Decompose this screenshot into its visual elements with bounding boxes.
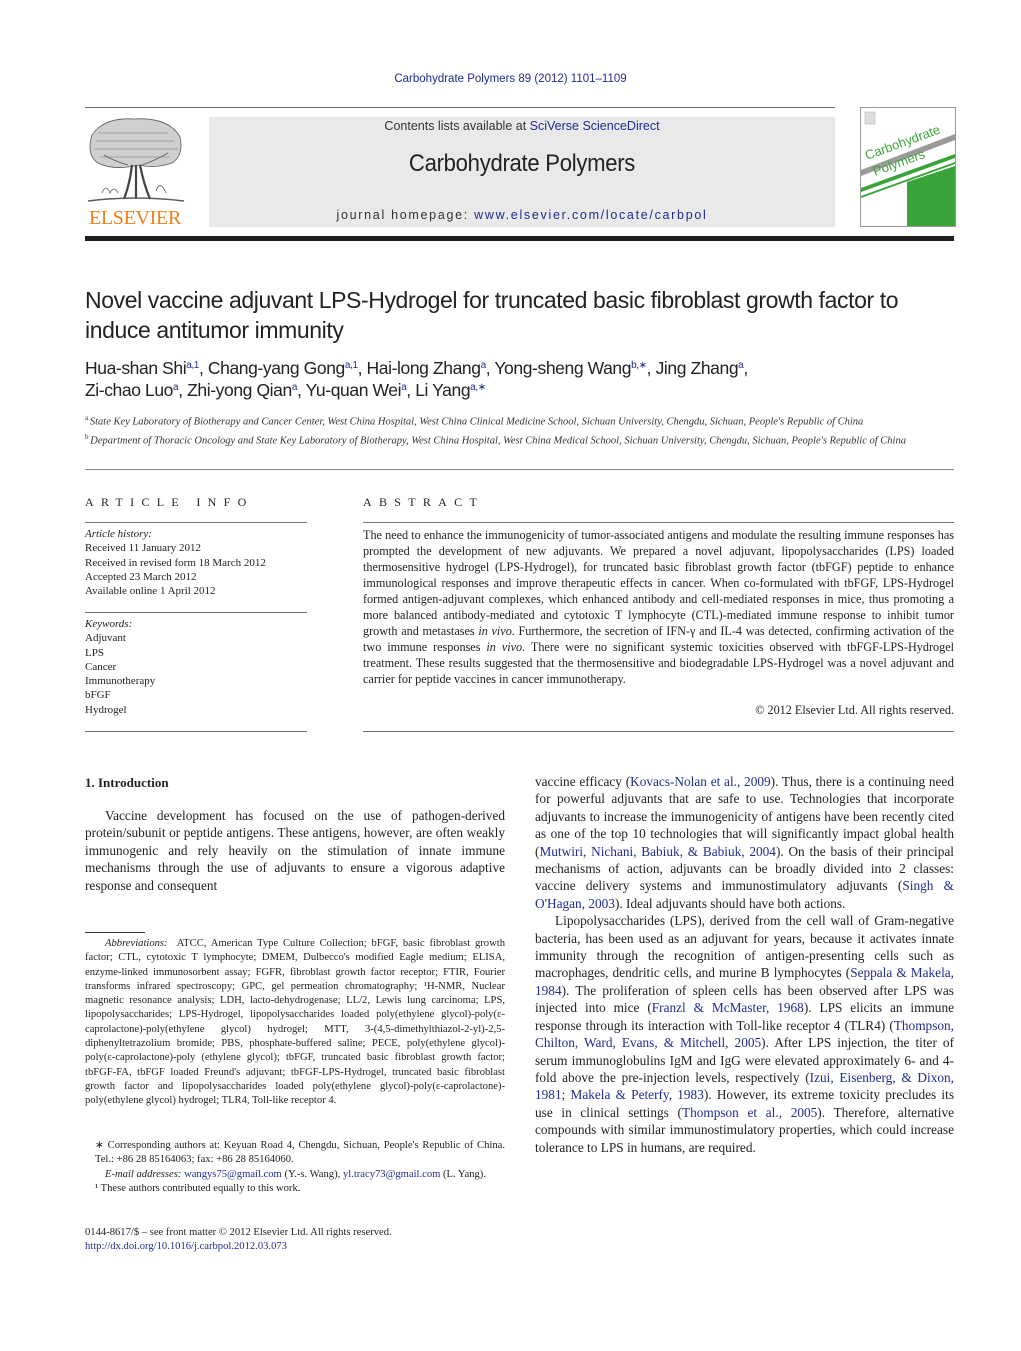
history-item: Received 11 January 2012 [85,542,201,555]
journal-title: Carbohydrate Polymers [408,150,636,177]
affiliation-rule [85,469,954,470]
article-info-heading: ARTICLE INFO [85,495,254,509]
copyright: © 2012 Elsevier Ltd. All rights reserved… [755,703,954,717]
history-label: Article history: [85,528,152,540]
equal-contribution-note: ¹ These authors contributed equally to t… [95,1182,301,1194]
author-affiliation-marker[interactable]: b,∗ [631,360,647,371]
corresponding-text: ∗ Corresponding authors at: Keyuan Road … [95,1140,505,1166]
divider [363,731,954,732]
author-affiliation-marker[interactable]: a [738,360,744,371]
abbreviations-text: ATCC, American Type Culture Collection; … [85,938,505,1107]
intro-right-column: vaccine efficacy (Kovacs-Nolan et al., 2… [535,773,954,1156]
email-link[interactable]: wangys75@gmail.com [184,1169,282,1180]
elsevier-logo[interactable]: ELSEVIER [84,115,186,230]
affiliation: a State Key Laboratory of Biotherapy and… [85,414,864,428]
keywords: Keywords: Adjuvant LPS Cancer Immunother… [85,617,307,717]
header-rule [85,107,835,108]
homepage-prefix: journal homepage: [336,208,475,222]
sciencedirect-link[interactable]: SciVerse ScienceDirect [530,119,660,133]
author-affiliation-marker[interactable]: a [292,382,298,393]
email-link[interactable]: yl.tracy73@gmail.com [343,1169,440,1180]
abstract-heading: ABSTRACT [363,495,485,509]
text-run: ). Ideal adjuvants should have both acti… [614,895,846,911]
front-matter-text: 0144-8617/$ – see front matter © 2012 El… [85,1227,392,1238]
footnote-rule [85,932,145,933]
author-name[interactable]: Chang-yang Gong [208,358,345,378]
author-affiliation-marker[interactable]: a [481,360,487,371]
abstract-italic: in vivo [478,624,512,638]
author-name[interactable]: Zhi-yong Qian [187,380,292,400]
homepage-link[interactable]: www.elsevier.com/locate/carbpol [474,208,707,222]
email-label: E-mail addresses: [105,1168,182,1180]
contents-prefix: Contents lists available at [384,119,530,133]
history-item: Accepted 23 March 2012 [85,570,197,583]
elsevier-wordmark: ELSEVIER [88,207,182,229]
journal-cover-art: Carbohydrate Polymers [861,111,955,226]
contents-line: Contents lists available at SciVerse Sci… [209,119,835,133]
header-thick-rule [85,236,954,241]
author-affiliation-marker[interactable]: a,1 [186,360,199,371]
abstract-italic: in vivo [486,640,523,654]
article-title: Novel vaccine adjuvant LPS-Hydrogel for … [85,287,899,343]
citation-link[interactable]: Franzl & McMaster, 1968 [652,1000,804,1015]
corresponding-author-footnote: ∗ Corresponding authors at: Keyuan Road … [85,1139,505,1196]
keywords-label: Keywords: [85,618,133,630]
author-name[interactable]: Hua-shan Shi [85,358,187,378]
paragraph: vaccine efficacy (Kovacs-Nolan et al., 2… [535,773,954,912]
history-item: Available online 1 April 2012 [85,585,216,598]
author-name[interactable]: Yu-quan Wei [306,380,402,400]
front-matter: 0144-8617/$ – see front matter © 2012 El… [85,1226,505,1255]
author-name[interactable]: Zi-chao Luo [85,380,173,400]
author-list: Hua-shan Shia,1, Chang-yang Gonga,1, Hai… [85,358,748,400]
abbreviations-label: Abbreviations: [105,938,168,949]
article-history: Article history: Received 11 January 201… [85,527,307,598]
author-affiliation-marker[interactable]: a [401,382,407,393]
elsevier-tree-icon [87,118,185,202]
keyword: LPS [85,646,104,659]
paragraph: Lipopolysaccharides (LPS), derived from … [535,912,954,1156]
divider [85,731,307,732]
keyword: Adjuvant [85,632,126,645]
affiliations: a State Key Laboratory of Biotherapy and… [85,411,965,449]
doi-link[interactable]: http://dx.doi.org/10.1016/j.carbpol.2012… [85,1240,505,1254]
author-affiliation-marker[interactable]: a,1 [345,360,358,371]
intro-left-column: Vaccine development has focused on the u… [85,807,505,894]
paragraph: Vaccine development has focused on the u… [85,808,505,893]
citation-link[interactable]: Thompson et al., 2005 [682,1105,817,1120]
section-heading-introduction: 1. Introduction [85,775,169,790]
history-item: Received in revised form 18 March 2012 [85,556,266,569]
text-run: vaccine efficacy ( [535,774,631,789]
divider [85,522,307,523]
divider [363,522,954,523]
author-name[interactable]: Li Yang [415,380,470,400]
masthead: Contents lists available at SciVerse Sci… [209,117,835,227]
citation-link[interactable]: Mutwiri, Nichani, Babiuk, & Babiuk, 2004 [539,844,776,859]
author-name[interactable]: Yong-sheng Wang [494,358,631,378]
homepage-line: journal homepage: www.elsevier.com/locat… [209,208,835,222]
keyword: bFGF [85,689,111,702]
email-owner: (L. Yang). [440,1168,486,1180]
divider [85,612,307,613]
citation-link[interactable]: Kovacs-Nolan et al., 2009 [630,774,771,789]
abstract-text: The need to enhance the immunogenicity o… [363,527,954,687]
abstract-part: The need to enhance the immunogenicity o… [363,528,954,638]
author-affiliation-marker[interactable]: a [173,382,179,393]
abbreviations-footnote: Abbreviations: ATCC, American Type Cultu… [85,937,505,1109]
affiliation: b Department of Thoracic Oncology and St… [85,433,906,447]
keyword: Hydrogel [85,703,127,716]
journal-cover-thumbnail[interactable]: Carbohydrate Polymers [860,107,956,227]
journal-reference-link[interactable]: Carbohydrate Polymers 89 (2012) 1101–110… [0,73,1021,85]
author-name[interactable]: Hai-long Zhang [367,358,481,378]
email-owner: (Y.-s. Wang), [281,1168,343,1180]
author-affiliation-marker[interactable]: a,∗ [470,382,486,393]
author-name[interactable]: Jing Zhang [656,358,739,378]
keyword: Cancer [85,660,117,673]
keyword: Immunotherapy [85,675,156,688]
